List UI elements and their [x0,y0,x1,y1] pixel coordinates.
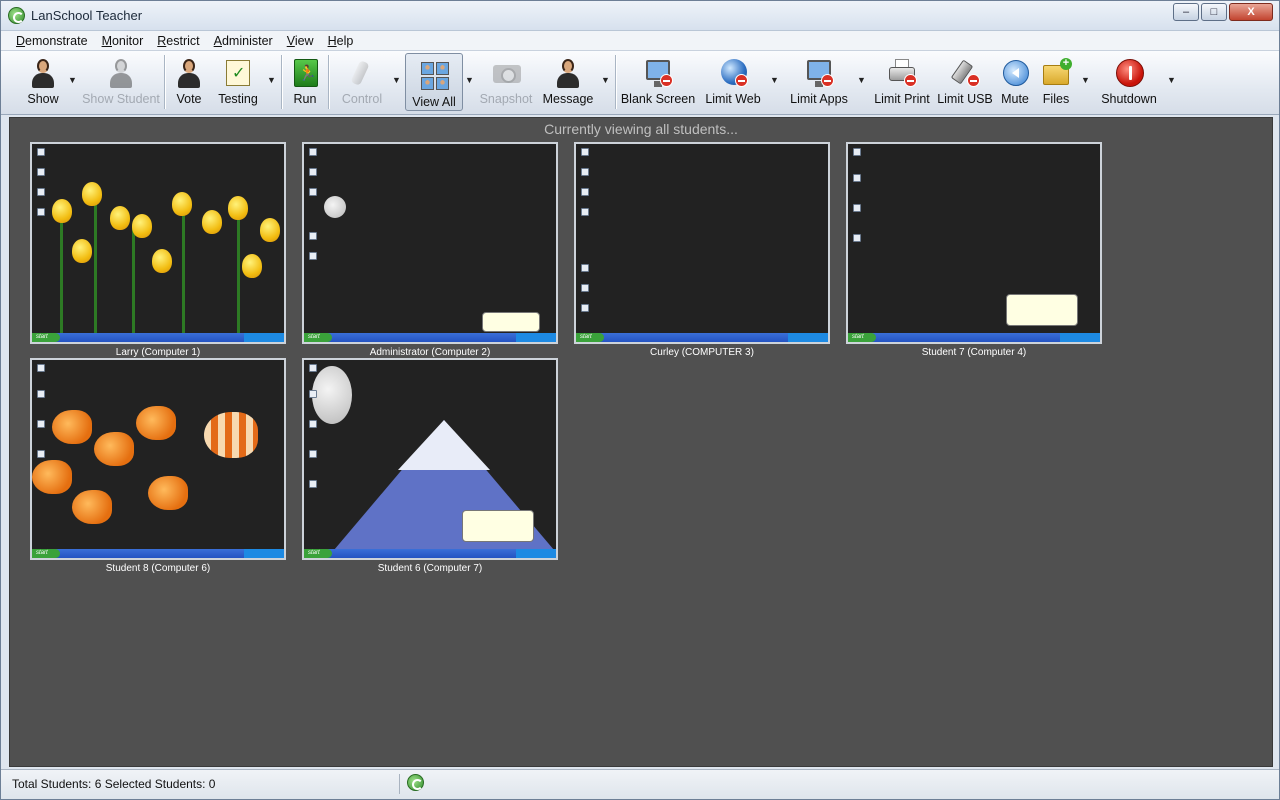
printer-icon [887,57,917,89]
view-all-dropdown-arrow[interactable]: ▼ [465,75,474,85]
student-thumbnail[interactable]: start Student 6 (Computer 7) [302,358,558,574]
student-thumbnail[interactable]: start Student 8 (Computer 6) [30,358,286,574]
toolbar-separator [281,55,282,109]
vote-icon [174,57,204,89]
limit-apps-dropdown-arrow[interactable]: ▼ [857,75,866,85]
globe-icon [718,57,748,89]
snapshot-button[interactable]: Snapshot [479,51,533,113]
lanschool-status-icon [407,774,424,791]
blank-screen-button[interactable]: Blank Screen [621,51,695,113]
message-icon [553,57,583,89]
student-screen-icon [106,57,136,89]
close-button[interactable]: X [1229,3,1273,21]
blank-screen-icon [643,57,673,89]
grid-icon [419,60,449,92]
show-button[interactable]: Show [23,51,63,113]
student-thumbnail[interactable]: start Student 7 (Computer 4) [846,142,1102,358]
student-screen-preview[interactable]: start [574,142,830,344]
files-dropdown-arrow[interactable]: ▼ [1081,75,1090,85]
toolbar: Show ▼ Show Student Vote Testing ▼ Run C… [1,51,1279,115]
app-window: LanSchool Teacher – □ X Demonstrate Moni… [0,0,1280,800]
student-thumbnails-area: Currently viewing all students... start … [9,117,1273,767]
status-separator [399,774,400,794]
viewing-status-message: Currently viewing all students... [544,121,738,137]
limit-web-button[interactable]: Limit Web [703,51,763,113]
student-name-label: Larry (Computer 1) [115,347,201,358]
student-screen-preview[interactable]: start [302,142,558,344]
control-button[interactable]: Control [339,51,385,113]
student-name-label: Curley (COMPUTER 3) [650,347,754,358]
vote-button[interactable]: Vote [171,51,207,113]
menu-bar: Demonstrate Monitor Restrict Administer … [1,31,1279,51]
minimize-button[interactable]: – [1173,3,1199,21]
menu-administer[interactable]: Administer [207,31,280,51]
window-controls: – □ X [1173,3,1273,21]
power-icon [1114,57,1144,89]
mute-button[interactable]: Mute [999,51,1031,113]
teacher-icon [28,57,58,89]
testing-button[interactable]: Testing [215,51,261,113]
status-bar: Total Students: 6 Selected Students: 0 [1,769,1279,799]
limit-apps-button[interactable]: Limit Apps [787,51,851,113]
usb-icon [950,57,980,89]
toolbar-separator [164,55,165,109]
show-student-button[interactable]: Show Student [82,51,160,113]
menu-help[interactable]: Help [321,31,361,51]
menu-monitor[interactable]: Monitor [95,31,151,51]
student-name-label: Student 8 (Computer 6) [105,563,211,574]
joystick-icon [347,57,377,89]
testing-dropdown-arrow[interactable]: ▼ [267,75,276,85]
folder-icon: + [1041,57,1072,89]
student-count-status: Total Students: 6 Selected Students: 0 [12,777,216,791]
student-name-label: Administrator (Computer 2) [369,347,491,358]
student-thumbnail[interactable]: start Larry (Computer 1) [30,142,286,358]
camera-icon [491,57,521,89]
menu-demonstrate[interactable]: Demonstrate [9,31,95,51]
menu-view[interactable]: View [280,31,321,51]
message-button[interactable]: Message [541,51,595,113]
maximize-button[interactable]: □ [1201,3,1227,21]
shutdown-button[interactable]: Shutdown [1099,51,1159,113]
run-button[interactable]: Run [290,51,320,113]
toolbar-separator [328,55,329,109]
student-screen-preview[interactable]: start [302,358,558,560]
student-name-label: Student 6 (Computer 7) [377,563,483,574]
student-thumbnail[interactable]: start Administrator (Computer 2) [302,142,558,358]
student-screen-preview[interactable]: start [30,358,286,560]
limit-web-dropdown-arrow[interactable]: ▼ [770,75,779,85]
show-dropdown-arrow[interactable]: ▼ [68,75,77,85]
student-thumbnail[interactable]: start Curley (COMPUTER 3) [574,142,830,358]
files-button[interactable]: + Files [1039,51,1073,113]
title-bar[interactable]: LanSchool Teacher – □ X [1,1,1279,31]
speaker-icon [1000,57,1030,89]
lanschool-logo-icon [8,7,25,24]
student-screen-preview[interactable]: start [846,142,1102,344]
menu-restrict[interactable]: Restrict [150,31,206,51]
view-all-button[interactable]: View All [405,53,463,111]
student-screen-preview[interactable]: start [30,142,286,344]
limit-print-button[interactable]: Limit Print [873,51,931,113]
student-name-label: Student 7 (Computer 4) [921,347,1027,358]
apps-icon [804,57,834,89]
testing-icon [223,57,253,89]
shutdown-dropdown-arrow[interactable]: ▼ [1167,75,1176,85]
control-dropdown-arrow[interactable]: ▼ [392,75,401,85]
message-dropdown-arrow[interactable]: ▼ [601,75,610,85]
toolbar-separator [615,55,616,109]
limit-usb-button[interactable]: Limit USB [937,51,993,113]
window-title: LanSchool Teacher [31,8,143,23]
run-icon [290,57,320,89]
